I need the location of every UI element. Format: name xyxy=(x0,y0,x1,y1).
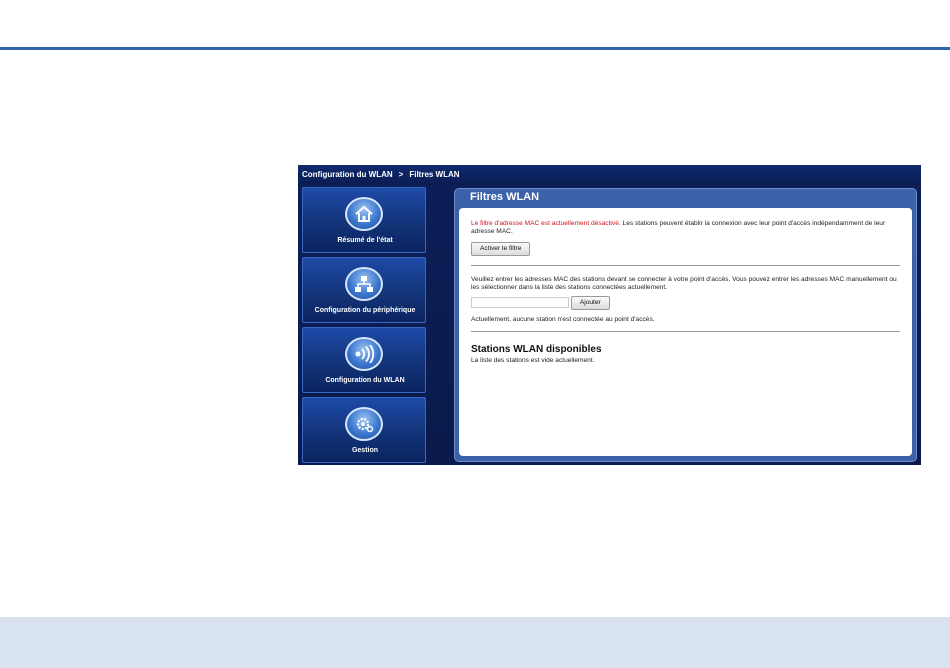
home-icon xyxy=(345,197,383,231)
router-admin-screenshot: Configuration du WLAN > Filtres WLAN Résum… xyxy=(298,165,921,465)
breadcrumb-parent[interactable]: Configuration du WLAN xyxy=(302,170,393,179)
nav-item-device-config[interactable]: Configuration du périphérique xyxy=(302,257,426,323)
add-mac-button[interactable]: Ajouter xyxy=(570,296,610,310)
page-title: Filtres WLAN xyxy=(470,191,540,203)
breadcrumb: Configuration du WLAN > Filtres WLAN xyxy=(298,165,921,185)
nav-item-label: Résumé de l'état xyxy=(337,237,393,244)
content-frame: Filtres WLAN Le filtre d'adresse MAC est… xyxy=(454,188,917,462)
nav-item-label: Configuration du périphérique xyxy=(314,307,416,314)
stations-empty-message: La liste des stations est vide actuellem… xyxy=(471,357,595,364)
wireless-icon xyxy=(345,337,383,371)
nav-item-label: Configuration du WLAN xyxy=(325,377,405,384)
gear-icon xyxy=(345,407,383,441)
nav-item-management[interactable]: Gestion xyxy=(302,397,426,463)
divider xyxy=(471,331,900,332)
mac-filter-warning: Le filtre d'adresse MAC est actuellement… xyxy=(471,220,621,227)
connected-stations-status: Actuellement, aucune station n'est conne… xyxy=(471,316,655,323)
mac-instructions: Veuillez entrer les adresses MAC des sta… xyxy=(471,276,897,291)
breadcrumb-separator: > xyxy=(398,170,404,179)
divider xyxy=(471,265,900,266)
nav-item-wlan-config[interactable]: Configuration du WLAN xyxy=(302,327,426,393)
page-bottom-band xyxy=(0,617,950,668)
content-panel: Le filtre d'adresse MAC est actuellement… xyxy=(459,208,912,456)
breadcrumb-current: Filtres WLAN xyxy=(409,170,460,179)
activate-filter-button[interactable]: Activer le filtre xyxy=(471,242,531,256)
mac-address-input[interactable] xyxy=(471,296,569,308)
nav-item-label: Gestion xyxy=(351,447,379,454)
mac-filter-status: Le filtre d'adresse MAC est actuellement… xyxy=(471,220,900,236)
nav-item-status-summary[interactable]: Résumé de l'état xyxy=(302,187,426,253)
network-icon xyxy=(345,267,383,301)
page-top-rule xyxy=(0,47,950,50)
sidebar-nav: Résumé de l'état Configuration du périph… xyxy=(302,187,426,465)
stations-heading: Stations WLAN disponibles xyxy=(471,344,602,355)
